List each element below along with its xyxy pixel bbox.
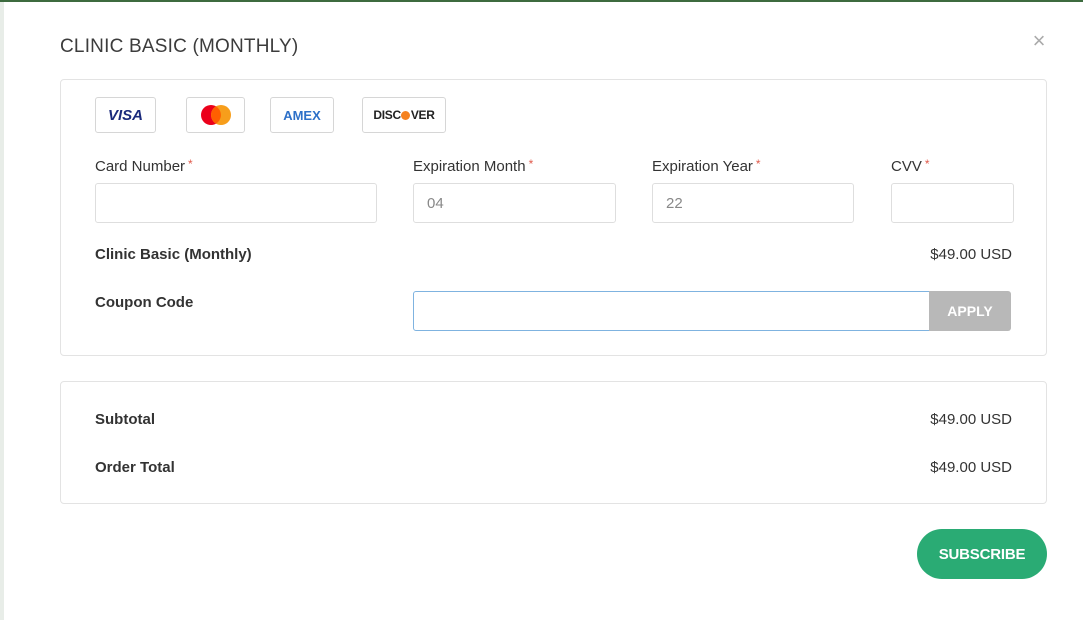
coupon-code-label: Coupon Code bbox=[95, 294, 194, 311]
expiration-year-label: Expiration Year * bbox=[652, 157, 761, 175]
mastercard-logo bbox=[186, 97, 245, 133]
coupon-code-input[interactable] bbox=[413, 291, 931, 331]
subscription-modal: CLINIC BASIC (MONTHLY) × VISA AMEX DISC V… bbox=[12, 2, 1083, 620]
expiration-month-field[interactable] bbox=[413, 183, 616, 223]
apply-coupon-button[interactable]: APPLY bbox=[929, 291, 1011, 331]
subscribe-button[interactable]: SUBSCRIBE bbox=[917, 529, 1047, 579]
amex-logo: AMEX bbox=[270, 97, 334, 133]
page-backdrop bbox=[0, 0, 1083, 620]
cvv-label: CVV * bbox=[891, 157, 930, 175]
expiration-year-field[interactable] bbox=[652, 183, 854, 223]
order-summary-panel: Subtotal $49.00 USD Order Total $49.00 U… bbox=[60, 381, 1047, 504]
cvv-input[interactable] bbox=[891, 183, 1014, 223]
payment-panel: VISA AMEX DISC VER Card Number * Expiratio… bbox=[60, 79, 1047, 356]
order-total-label: Order Total bbox=[95, 459, 175, 476]
close-icon[interactable]: × bbox=[1028, 30, 1050, 52]
discover-logo: DISC VER bbox=[362, 97, 446, 133]
card-number-input[interactable] bbox=[95, 183, 377, 223]
plan-price: $49.00 USD bbox=[930, 246, 1012, 263]
card-number-label: Card Number * bbox=[95, 157, 193, 175]
order-total-value: $49.00 USD bbox=[930, 459, 1012, 476]
modal-title: CLINIC BASIC (MONTHLY) bbox=[60, 36, 299, 57]
subtotal-value: $49.00 USD bbox=[930, 411, 1012, 428]
visa-logo: VISA bbox=[95, 97, 156, 133]
plan-name: Clinic Basic (Monthly) bbox=[95, 246, 252, 263]
subtotal-label: Subtotal bbox=[95, 411, 155, 428]
expiration-month-label: Expiration Month * bbox=[413, 157, 534, 175]
